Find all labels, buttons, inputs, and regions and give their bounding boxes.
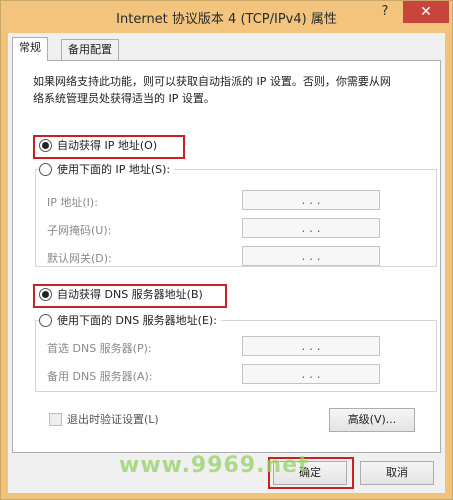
auto-dns-label: 自动获得 DNS 服务器地址(B) (57, 288, 203, 301)
preferred-dns-input[interactable]: . . . (242, 336, 380, 356)
alternate-dns-input[interactable]: . . . (242, 364, 380, 384)
tcpip-properties-dialog: Internet 协议版本 4 (TCP/IPv4) 属性 ? ✕ 常规 备用配… (0, 0, 453, 500)
general-panel: 如果网络支持此功能，则可以获取自动指派的 IP 设置。否则，你需要从网 络系统管… (12, 60, 441, 453)
description-line: 如果网络支持此功能，则可以获取自动指派的 IP 设置。否则，你需要从网 (33, 75, 391, 88)
radio-icon[interactable] (39, 287, 52, 301)
subnet-mask-label: 子网掩码(U): (47, 224, 112, 237)
validate-checkbox[interactable] (49, 413, 62, 426)
manual-ip-option[interactable]: 使用下面的 IP 地址(S): (39, 159, 175, 179)
description: 如果网络支持此功能，则可以获取自动指派的 IP 设置。否则，你需要从网 络系统管… (33, 73, 413, 107)
radio-icon[interactable] (39, 162, 52, 176)
preferred-dns-label: 首选 DNS 服务器(P): (47, 342, 152, 355)
description-line: 络系统管理员处获得适当的 IP 设置。 (33, 92, 215, 105)
tab-general[interactable]: 常规 (12, 37, 48, 61)
auto-dns-option[interactable]: 自动获得 DNS 服务器地址(B) (39, 284, 203, 304)
auto-ip-option[interactable]: 自动获得 IP 地址(O) (39, 135, 157, 155)
title-bar[interactable]: Internet 协议版本 4 (TCP/IPv4) 属性 ? ✕ (1, 1, 452, 33)
watermark: www.9969.net (119, 453, 310, 478)
cancel-button[interactable]: 取消 (360, 461, 434, 485)
tab-alternate-config[interactable]: 备用配置 (61, 39, 119, 60)
default-gateway-label: 默认网关(D): (47, 252, 112, 265)
manual-ip-label: 使用下面的 IP 地址(S): (57, 163, 171, 176)
help-button[interactable]: ? (373, 1, 397, 23)
subnet-mask-input[interactable]: . . . (242, 218, 380, 238)
manual-dns-label: 使用下面的 DNS 服务器地址(E): (57, 314, 217, 327)
radio-icon[interactable] (39, 313, 52, 327)
close-button[interactable]: ✕ (403, 1, 449, 23)
ip-address-label: IP 地址(I): (47, 196, 98, 209)
dialog-body: 常规 备用配置 如果网络支持此功能，则可以获取自动指派的 IP 设置。否则，你需… (8, 33, 445, 493)
advanced-button[interactable]: 高级(V)... (329, 408, 415, 432)
auto-ip-label: 自动获得 IP 地址(O) (57, 139, 158, 152)
default-gateway-input[interactable]: . . . (242, 246, 380, 266)
radio-icon[interactable] (39, 138, 52, 152)
alternate-dns-label: 备用 DNS 服务器(A): (47, 370, 153, 383)
ip-address-input[interactable]: . . . (242, 190, 380, 210)
validate-label: 退出时验证设置(L) (67, 413, 159, 426)
manual-dns-option[interactable]: 使用下面的 DNS 服务器地址(E): (39, 310, 221, 330)
